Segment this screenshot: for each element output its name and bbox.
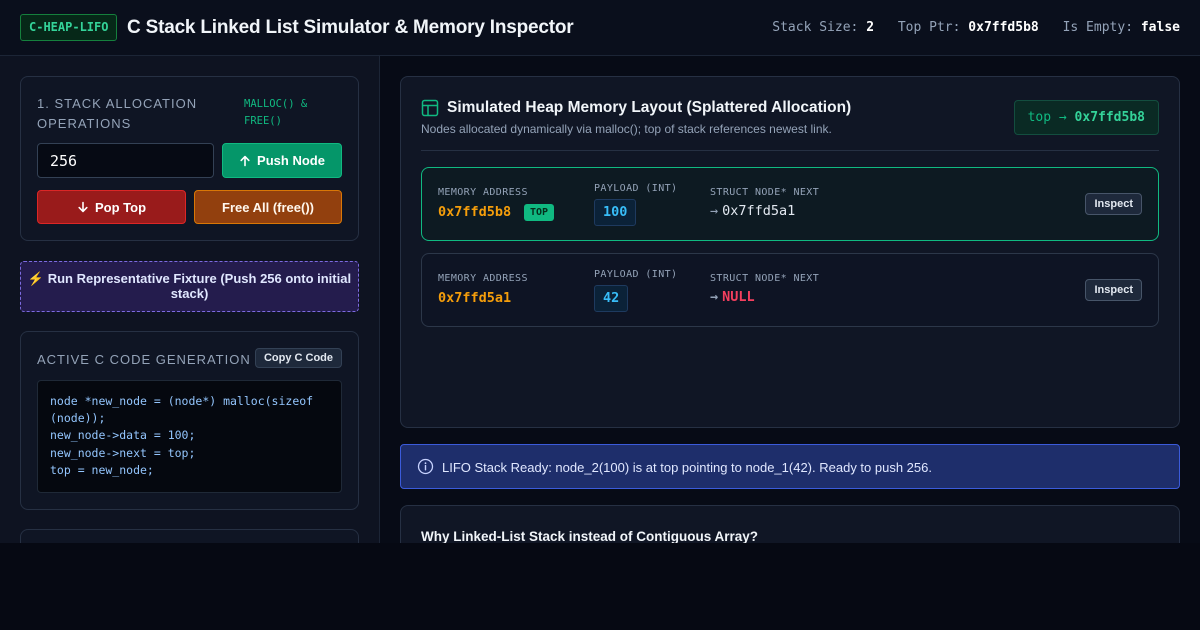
divider bbox=[421, 150, 1159, 151]
next-pointer-value: → 0x7ffd5a1 bbox=[710, 203, 795, 219]
memory-address-label: MEMORY ADDRESS bbox=[438, 187, 528, 198]
push-node-button[interactable]: Push Node bbox=[222, 143, 342, 178]
app-title: C Stack Linked List Simulator & Memory I… bbox=[127, 17, 574, 38]
inspect-button[interactable]: Inspect bbox=[1085, 279, 1142, 301]
app-logo-badge: C-HEAP-LIFO bbox=[20, 14, 118, 41]
code-section-title: ACTIVE C CODE GENERATION bbox=[37, 352, 251, 367]
payload-value: 42 bbox=[594, 285, 629, 312]
status-text: LIFO Stack Ready: node_2(100) is at top … bbox=[442, 460, 932, 475]
top-ptr-stat: Top Ptr: 0x7ffd5b8 bbox=[898, 20, 1039, 35]
code-line: new_node->next = top; bbox=[50, 445, 196, 460]
arrow-down-icon bbox=[78, 201, 88, 213]
payload-label: PAYLOAD (INT) bbox=[594, 269, 678, 280]
next-address: 0x7ffd5a1 bbox=[722, 203, 796, 219]
app-header: C-HEAP-LIFO C Stack Linked List Simulato… bbox=[0, 0, 1200, 56]
run-fixture-button[interactable]: ⚡ Run Representative Fixture (Push 256 o… bbox=[20, 261, 359, 312]
code-generation-card: ACTIVE C CODE GENERATION Copy C Code nod… bbox=[20, 331, 359, 510]
is-empty-stat: Is Empty: false bbox=[1063, 20, 1180, 35]
top-badge: TOP bbox=[524, 204, 555, 221]
operations-section-title: 1. STACK ALLOCATION OPERATIONS bbox=[37, 96, 198, 131]
push-value-input[interactable] bbox=[37, 143, 214, 178]
memory-address-value: 0x7ffd5b8 bbox=[438, 204, 512, 220]
inspect-button[interactable]: Inspect bbox=[1085, 193, 1142, 215]
copy-code-button[interactable]: Copy C Code bbox=[254, 348, 342, 368]
arrow-right-icon: → bbox=[710, 289, 719, 305]
page-bottom bbox=[0, 543, 1200, 630]
stack-operations-card: 1. STACK ALLOCATION OPERATIONS MALLOC() … bbox=[20, 76, 359, 241]
null-pointer: NULL bbox=[722, 289, 755, 305]
free-all-button[interactable]: Free All (free()) bbox=[194, 190, 342, 224]
top-pointer-pill: top → 0x7ffd5b8 bbox=[1013, 100, 1159, 135]
next-pointer-label: STRUCT NODE* NEXT bbox=[710, 187, 820, 198]
payload-label: PAYLOAD (INT) bbox=[594, 183, 678, 194]
push-node-label: Push Node bbox=[257, 153, 325, 168]
stack-size-stat: Stack Size: 2 bbox=[772, 20, 874, 35]
arrow-up-icon bbox=[240, 155, 250, 166]
arrow-right-icon: → bbox=[710, 203, 719, 219]
info-icon bbox=[417, 458, 434, 475]
layout-icon bbox=[421, 99, 439, 117]
stack-size-value: 2 bbox=[866, 20, 875, 35]
code-block: node *new_node = (node*) malloc(sizeof (… bbox=[37, 380, 342, 493]
payload-value: 100 bbox=[594, 199, 637, 226]
next-sidebar-card bbox=[20, 529, 359, 543]
heap-subtitle: Nodes allocated dynamically via malloc()… bbox=[421, 122, 832, 136]
heap-node: MEMORY ADDRESS 0x7ffd5b8 TOP PAYLOAD (IN… bbox=[421, 167, 1159, 241]
code-line: new_node->data = 100; bbox=[50, 428, 196, 443]
malloc-free-tag: MALLOC() & FREE() bbox=[244, 98, 308, 127]
top-pointer-label: top → bbox=[1027, 110, 1067, 125]
control-sidebar: 1. STACK ALLOCATION OPERATIONS MALLOC() … bbox=[0, 56, 380, 543]
free-all-label: Free All (free()) bbox=[222, 199, 314, 215]
top-ptr-label: Top Ptr: bbox=[897, 20, 961, 35]
next-pointer-label: STRUCT NODE* NEXT bbox=[710, 273, 820, 284]
stack-size-label: Stack Size: bbox=[772, 20, 859, 35]
pop-top-button[interactable]: Pop Top bbox=[37, 190, 186, 224]
pop-top-label: Pop Top bbox=[94, 199, 147, 215]
explanation-title: Why Linked-List Stack instead of Contigu… bbox=[421, 529, 759, 544]
heap-memory-card: Simulated Heap Memory Layout (Splattered… bbox=[400, 76, 1180, 428]
next-pointer-value: → NULL bbox=[710, 289, 755, 305]
memory-address-label: MEMORY ADDRESS bbox=[438, 273, 528, 284]
header-stats: Stack Size: 2 Top Ptr: 0x7ffd5b8 Is Empt… bbox=[756, 20, 1180, 35]
code-line: node *new_node = (node*) malloc(sizeof (… bbox=[50, 394, 321, 426]
is-empty-value: false bbox=[1140, 20, 1180, 35]
status-banner: LIFO Stack Ready: node_2(100) is at top … bbox=[400, 444, 1180, 489]
code-line: top = new_node; bbox=[50, 462, 154, 477]
is-empty-label: Is Empty: bbox=[1062, 20, 1134, 35]
heap-title: Simulated Heap Memory Layout (Splattered… bbox=[447, 99, 852, 116]
top-ptr-value: 0x7ffd5b8 bbox=[968, 20, 1039, 35]
heap-node: MEMORY ADDRESS 0x7ffd5a1 PAYLOAD (INT) 4… bbox=[421, 253, 1159, 327]
top-pointer-value: 0x7ffd5b8 bbox=[1074, 110, 1145, 125]
memory-address-value: 0x7ffd5a1 bbox=[438, 290, 512, 306]
